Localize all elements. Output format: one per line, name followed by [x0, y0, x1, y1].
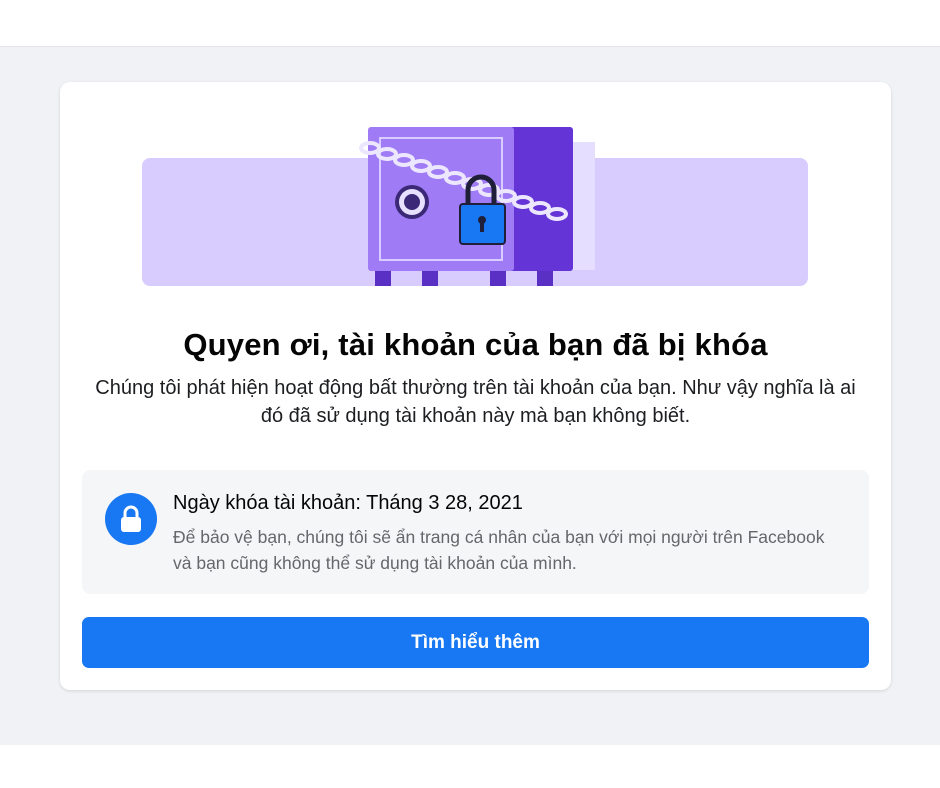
lock-date-title: Ngày khóa tài khoản: Tháng 3 28, 2021	[173, 492, 523, 514]
lock-info-box: Ngày khóa tài khoản: Tháng 3 28, 2021 Để…	[82, 470, 869, 594]
lock-description: Chúng tôi phát hiện hoạt động bất thường…	[95, 377, 856, 427]
lock-icon	[105, 493, 157, 545]
locked-safe-icon	[142, 127, 808, 286]
page: Quyen ơi, tài khoản của bạn đã bị khóa C…	[0, 0, 940, 788]
page-title: Quyen ơi, tài khoản của bạn đã bị khóa	[183, 327, 768, 362]
lock-info-text: Để bảo vệ bạn, chúng tôi sẽ ẩn trang cá …	[173, 527, 825, 573]
learn-more-button[interactable]: Tìm hiểu thêm	[82, 617, 869, 668]
top-bar	[0, 0, 940, 47]
account-locked-card: Quyen ơi, tài khoản của bạn đã bị khóa C…	[60, 82, 891, 690]
